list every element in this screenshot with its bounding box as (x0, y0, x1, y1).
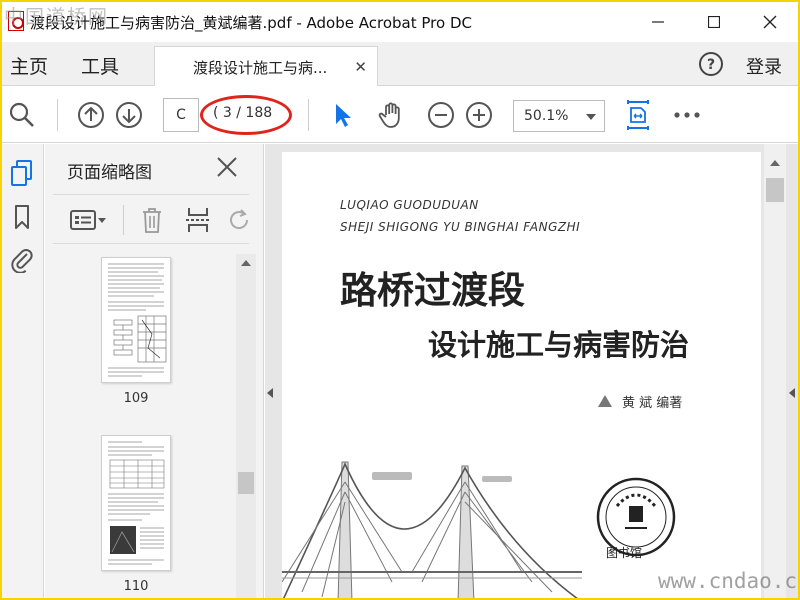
collapse-panel-arrow-icon[interactable] (267, 388, 273, 398)
close-icon[interactable] (215, 155, 239, 179)
page-thumbnail[interactable] (101, 435, 171, 571)
arrow-down-circle-icon (116, 102, 142, 128)
zoom-out-icon (428, 102, 454, 128)
toolbar: C ( 3 / 188 50.1% (2, 87, 798, 143)
page-thumbnails-panel: 页面缩略图 109 110 (45, 144, 264, 598)
stamp-text: 图书馆 (606, 546, 643, 560)
zoom-in-icon (466, 102, 492, 128)
rotate-page-button[interactable] (225, 205, 255, 235)
options-menu-icon (70, 210, 106, 230)
page-thumbnail-preview (108, 441, 165, 565)
bookmark-icon (15, 205, 29, 229)
scrollbar-thumb[interactable] (766, 178, 784, 202)
tab-close-icon[interactable]: ✕ (354, 58, 367, 76)
rotate-icon (230, 209, 249, 229)
close-icon (763, 15, 777, 29)
zoom-out-button[interactable] (426, 100, 456, 130)
paperclip-icon (11, 249, 33, 273)
zoom-level-dropdown[interactable]: 50.1% (513, 100, 605, 132)
more-tools-button[interactable] (672, 100, 702, 130)
page-number-input[interactable]: C (163, 98, 199, 132)
title-bar: 渡段设计施工与病害防治_黄斌编著.pdf - Adobe Acrobat Pro… (2, 2, 798, 42)
thumbnail-page-number: 109 (123, 391, 149, 406)
insert-page-button[interactable] (183, 205, 213, 235)
previous-page-button[interactable] (76, 100, 106, 130)
minimize-button[interactable] (630, 2, 686, 42)
document-tab-label: 渡段设计施工与病... (193, 59, 328, 77)
zoom-in-button[interactable] (464, 100, 494, 130)
minimize-icon (652, 21, 664, 23)
pdf-page: LUQIAO GUODUDUAN SHEJI SHIGONG YU BINGHA… (282, 152, 761, 598)
bookmarks-button[interactable] (8, 202, 36, 232)
red-highlight-ellipse (200, 95, 292, 135)
panel-title: 页面缩略图 (67, 163, 152, 183)
menu-bar: 主页 工具 渡段设计施工与病... ✕ ? 登录 (2, 42, 798, 86)
svg-text:?: ? (707, 57, 715, 73)
fit-page-icon (627, 100, 649, 130)
thumbnail-options-button[interactable] (67, 205, 111, 235)
cover-title-sub: 设计施工与病害防治 (428, 328, 690, 362)
cover-author: 黄 斌 编著 (622, 396, 683, 411)
document-tab[interactable]: 渡段设计施工与病... ✕ (154, 46, 378, 86)
thumbnail-scrollbar[interactable] (236, 254, 256, 598)
select-tool-button[interactable] (328, 100, 358, 130)
document-view: LUQIAO GUODUDUAN SHEJI SHIGONG YU BINGHA… (265, 144, 798, 598)
next-page-button[interactable] (114, 100, 144, 130)
thumbnails-icon (11, 160, 32, 186)
window-title: 渡段设计施工与病害防治_黄斌编著.pdf - Adobe Acrobat Pro… (30, 14, 472, 32)
hand-icon (378, 102, 400, 128)
delete-pages-button[interactable] (137, 205, 167, 235)
trash-icon (143, 208, 161, 233)
scrollbar-thumb[interactable] (238, 472, 254, 494)
maximize-icon (708, 16, 720, 28)
document-scrollbar[interactable] (764, 144, 786, 598)
insert-page-icon (186, 208, 210, 232)
hand-tool-button[interactable] (377, 100, 407, 130)
chevron-down-icon (586, 114, 596, 120)
search-button[interactable] (7, 100, 37, 130)
maximize-button[interactable] (686, 2, 742, 42)
menu-tools[interactable]: 工具 (81, 52, 119, 79)
arrow-up-circle-icon (78, 102, 104, 128)
page-thumbnail-preview (108, 263, 167, 377)
cursor-arrow-icon (336, 104, 351, 127)
menu-home[interactable]: 主页 (10, 52, 48, 79)
search-icon (9, 102, 34, 127)
acrobat-app-icon (8, 11, 24, 31)
acrobat-window: 渡段设计施工与病害防治_黄斌编著.pdf - Adobe Acrobat Pro… (0, 0, 800, 600)
bridge-illustration (282, 461, 582, 598)
fit-page-button[interactable] (623, 100, 653, 130)
thumbnail-page-number: 110 (123, 579, 149, 594)
left-navigation-rail (2, 144, 44, 598)
attachments-button[interactable] (8, 244, 36, 274)
more-horizontal-icon (674, 112, 700, 118)
thumbnail-tools-bar (53, 194, 249, 244)
tools-divider (123, 205, 124, 235)
scroll-up-arrow-icon[interactable] (770, 160, 780, 166)
toolbar-divider (57, 99, 58, 131)
page-thumbnails-button[interactable] (8, 158, 36, 188)
cover-pinyin-line-1: LUQIAO GUODUDUAN (340, 198, 479, 212)
author-mark-icon (598, 395, 612, 407)
page-thumbnail[interactable] (101, 257, 171, 383)
expand-right-panel-arrow-icon[interactable] (789, 388, 795, 398)
cover-title-main: 路桥过渡段 (340, 268, 525, 312)
cover-pinyin-line-2: SHEJI SHIGONG YU BINGHAI FANGZHI (340, 220, 581, 234)
help-icon[interactable]: ? (698, 51, 724, 77)
zoom-level-value: 50.1% (524, 108, 569, 124)
login-link[interactable]: 登录 (746, 53, 782, 79)
close-window-button[interactable] (742, 2, 798, 42)
scroll-up-arrow-icon[interactable] (241, 260, 251, 266)
toolbar-divider (308, 99, 309, 131)
